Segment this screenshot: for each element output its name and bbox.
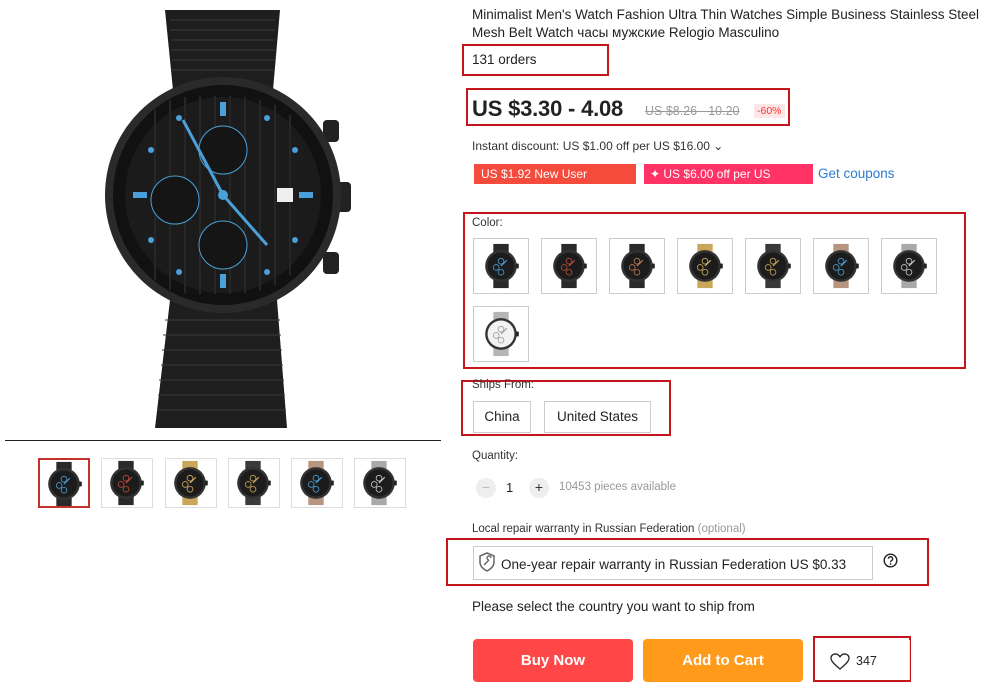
- instant-discount[interactable]: Instant discount: US $1.00 off per US $1…: [472, 139, 723, 153]
- ship-country-note: Please select the country you want to sh…: [472, 599, 755, 614]
- gallery-thumbnail[interactable]: [38, 458, 90, 508]
- store-coupon[interactable]: ✦ US $6.00 off per US $65.00: [644, 164, 813, 201]
- color-swatch[interactable]: [745, 238, 801, 294]
- color-swatch[interactable]: [813, 238, 869, 294]
- heart-icon: [830, 653, 850, 670]
- gallery-thumbnail[interactable]: [101, 458, 153, 508]
- warranty-option-text: One-year repair warranty in Russian Fede…: [501, 557, 847, 572]
- gallery-thumbnail[interactable]: [165, 458, 217, 508]
- ships-from-label: Ships From:: [472, 379, 534, 391]
- quantity-value[interactable]: 1: [506, 480, 513, 495]
- watch-image: [105, 10, 351, 428]
- ship-option-united-states[interactable]: United States: [544, 401, 651, 433]
- warranty-label: Local repair warranty in Russian Federat…: [472, 523, 746, 535]
- quantity-increase-button[interactable]: +: [529, 478, 549, 498]
- buy-now-button[interactable]: Buy Now: [473, 639, 633, 682]
- product-title-line-1: Minimalist Men's Watch Fashion Ultra Thi…: [472, 7, 980, 22]
- help-icon[interactable]: [883, 553, 898, 568]
- color-swatch[interactable]: [677, 238, 733, 294]
- new-user-coupon[interactable]: US $1.92 New User Coupon: [474, 164, 636, 201]
- color-swatch[interactable]: [473, 238, 529, 294]
- product-title-line-2: Mesh Belt Watch часы мужские Relogio Mas…: [472, 25, 780, 40]
- color-swatch[interactable]: [881, 238, 937, 294]
- color-label: Color:: [472, 217, 503, 229]
- quantity-label: Quantity:: [472, 450, 519, 462]
- color-swatch[interactable]: [541, 238, 597, 294]
- gallery-divider: [5, 440, 441, 441]
- warranty-optional: (optional): [697, 523, 746, 535]
- gallery-thumbnail[interactable]: [291, 458, 343, 508]
- gallery-thumbnail[interactable]: [354, 458, 406, 508]
- add-to-cart-button[interactable]: Add to Cart: [643, 639, 803, 682]
- main-product-image[interactable]: [5, 0, 441, 440]
- orders-count: 131 orders: [472, 52, 537, 67]
- old-price: US $8.26 - 10.20: [645, 104, 740, 118]
- discount-badge: -60%: [754, 104, 785, 118]
- get-coupons-link[interactable]: Get coupons: [818, 166, 895, 181]
- pieces-available: 10453 pieces available: [559, 481, 677, 493]
- color-swatch[interactable]: [609, 238, 665, 294]
- shield-wrench-icon: [479, 552, 495, 572]
- quantity-decrease-button[interactable]: −: [476, 478, 496, 498]
- product-title: Minimalist Men's Watch Fashion Ultra Thi…: [472, 6, 1000, 42]
- color-swatch[interactable]: [473, 306, 529, 362]
- ship-option-china[interactable]: China: [473, 401, 531, 433]
- price: US $3.30 - 4.08: [472, 96, 624, 121]
- wishlist-count: 347: [856, 654, 877, 668]
- gallery-thumbnail[interactable]: [228, 458, 280, 508]
- warranty-label-text: Local repair warranty in Russian Federat…: [472, 523, 695, 535]
